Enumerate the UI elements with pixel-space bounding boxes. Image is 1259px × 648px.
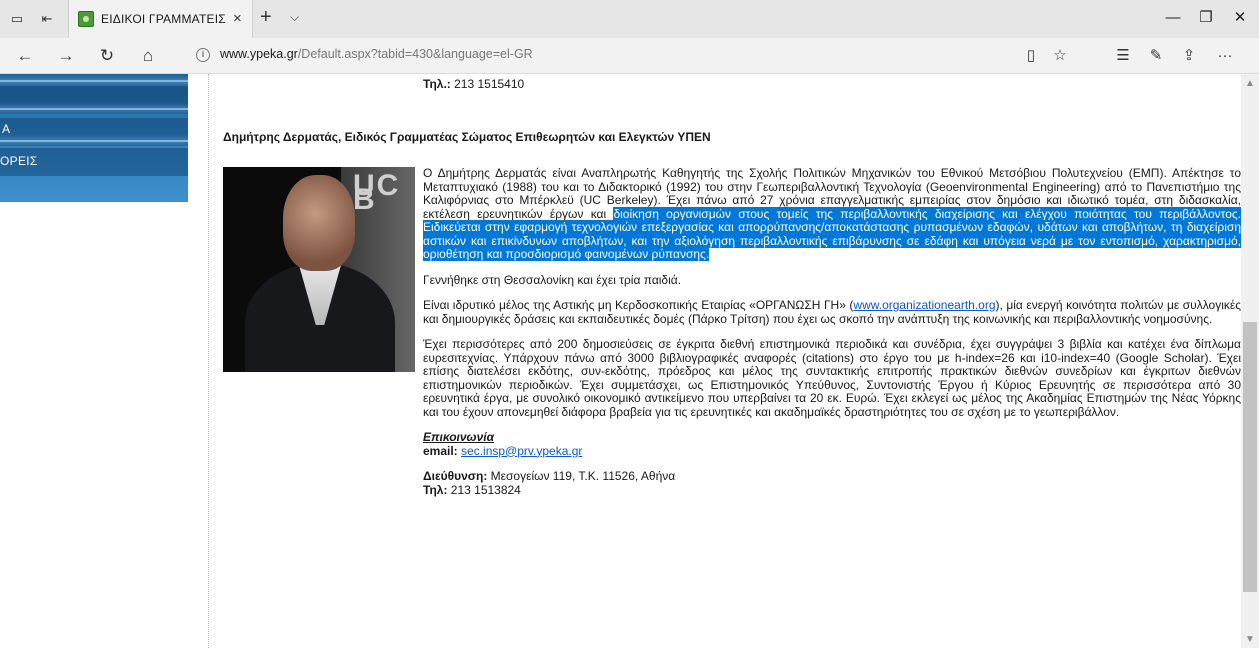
minimize-icon[interactable]: — (1163, 8, 1183, 28)
column-divider (208, 74, 209, 648)
section-heading: Δημήτρης Δερματάς, Ειδικός Γραμματέας Σώ… (223, 130, 711, 144)
phone-label: Τηλ: (423, 482, 448, 497)
favicon-icon (78, 11, 94, 27)
sidebar-decoration (0, 108, 188, 110)
back-icon[interactable]: ← (14, 45, 36, 67)
tab-title: ΕΙΔΙΚΟΙ ΓΡΑΜΜΑΤΕΙΣ (101, 12, 226, 26)
navigation-bar: ← → ↻ ⌂ i www.ypeka.gr/Default.aspx?tabi… (0, 38, 1259, 74)
scrollbar-thumb[interactable] (1243, 322, 1257, 592)
email-label: email: (423, 443, 458, 458)
more-icon[interactable]: ··· (1214, 45, 1236, 67)
site-info-icon[interactable]: i (196, 48, 210, 62)
scroll-up-icon[interactable]: ▲ (1241, 78, 1259, 89)
tab-close-icon[interactable]: × (233, 10, 242, 27)
contact-block: Επικοινωνία email: sec.insp@prv.ypeka.gr (423, 430, 1241, 458)
address-bar[interactable]: www.ypeka.gr/Default.aspx?tabid=430&lang… (220, 47, 533, 61)
organization-link[interactable]: www.organizationearth.org (853, 298, 995, 312)
web-note-icon[interactable]: ✎ (1145, 45, 1167, 67)
url-path: /Default.aspx?tabid=430&language=el-GR (297, 47, 533, 61)
tab-list-chevron-icon[interactable]: ⌵ (290, 10, 299, 25)
phone-label: Τηλ.: (423, 77, 451, 91)
scroll-down-icon[interactable]: ▼ (1241, 634, 1259, 645)
tab-preview-icon[interactable]: ▭ (8, 10, 26, 28)
favorite-star-icon[interactable]: ☆ (1049, 45, 1071, 67)
bio-paragraph: Γεννήθηκε στη Θεσσαλονίκη και έχει τρία … (423, 272, 682, 287)
address-block: Διεύθυνση: Μεσογείων 119, Τ.Κ. 11526, Αθ… (423, 469, 1241, 497)
sidebar-item-label: ΟΡΕΙΣ (0, 154, 38, 168)
previous-phone: Τηλ.: 213 1515410 (423, 77, 525, 92)
email-link[interactable]: sec.insp@prv.ypeka.gr (461, 444, 582, 458)
photo-background-lettering: UC B (353, 169, 401, 216)
reading-view-icon[interactable]: ▯ (1020, 45, 1042, 67)
bio-text-plain: Είναι ιδρυτικό μέλος της Αστικής μη Κερδ… (423, 298, 854, 312)
title-bar: ▭ ⇤ ΕΙΔΙΚΟΙ ΓΡΑΜΜΑΤΕΙΣ × + ⌵ — ❐ ✕ (0, 0, 1259, 38)
close-icon[interactable]: ✕ (1230, 8, 1250, 28)
portrait-photo: UC B (223, 167, 415, 372)
page-viewport: Α ΟΡΕΙΣ Τηλ.: 213 1515410 Δημήτρης Δερμα… (0, 74, 1259, 648)
bio-paragraph: Ο Δημήτρης Δερματάς είναι Αναπληρωτής Κα… (423, 166, 1241, 262)
sidebar-decoration (0, 80, 188, 82)
new-tab-button[interactable]: + (260, 6, 272, 29)
contact-heading: Επικοινωνία (423, 430, 495, 444)
phone-value: 213 1515410 (450, 77, 525, 91)
share-icon[interactable]: ⇪ (1178, 45, 1200, 67)
sidebar-item-label: Α (2, 122, 11, 136)
forward-icon[interactable]: → (55, 45, 77, 67)
maximize-icon[interactable]: ❐ (1196, 8, 1216, 28)
sidebar-menu: Α ΟΡΕΙΣ (0, 74, 188, 202)
refresh-icon[interactable]: ↻ (96, 45, 118, 67)
phone-value: 213 1513824 (447, 482, 521, 497)
bio-text: Ο Δημήτρης Δερματάς είναι Αναπληρωτής Κα… (423, 166, 1241, 497)
tab-ypeka[interactable]: ΕΙΔΙΚΟΙ ΓΡΑΜΜΑΤΕΙΣ × (68, 0, 253, 38)
sidebar-decoration (0, 140, 188, 142)
address-label: Διεύθυνση: (423, 469, 488, 483)
bio-paragraph: Έχει περισσότερες από 200 δημοσιεύσεις σ… (423, 337, 1241, 419)
bio-paragraph: Είναι ιδρυτικό μέλος της Αστικής μη Κερδ… (423, 298, 1241, 326)
url-host: www.ypeka.gr (220, 47, 298, 61)
address-value: Μεσογείων 119, Τ.Κ. 11526, Αθήνα (487, 469, 676, 483)
favorites-hub-icon[interactable]: ☰ (1112, 45, 1134, 67)
home-icon[interactable]: ⌂ (137, 45, 159, 67)
set-aside-tabs-icon[interactable]: ⇤ (38, 10, 56, 28)
